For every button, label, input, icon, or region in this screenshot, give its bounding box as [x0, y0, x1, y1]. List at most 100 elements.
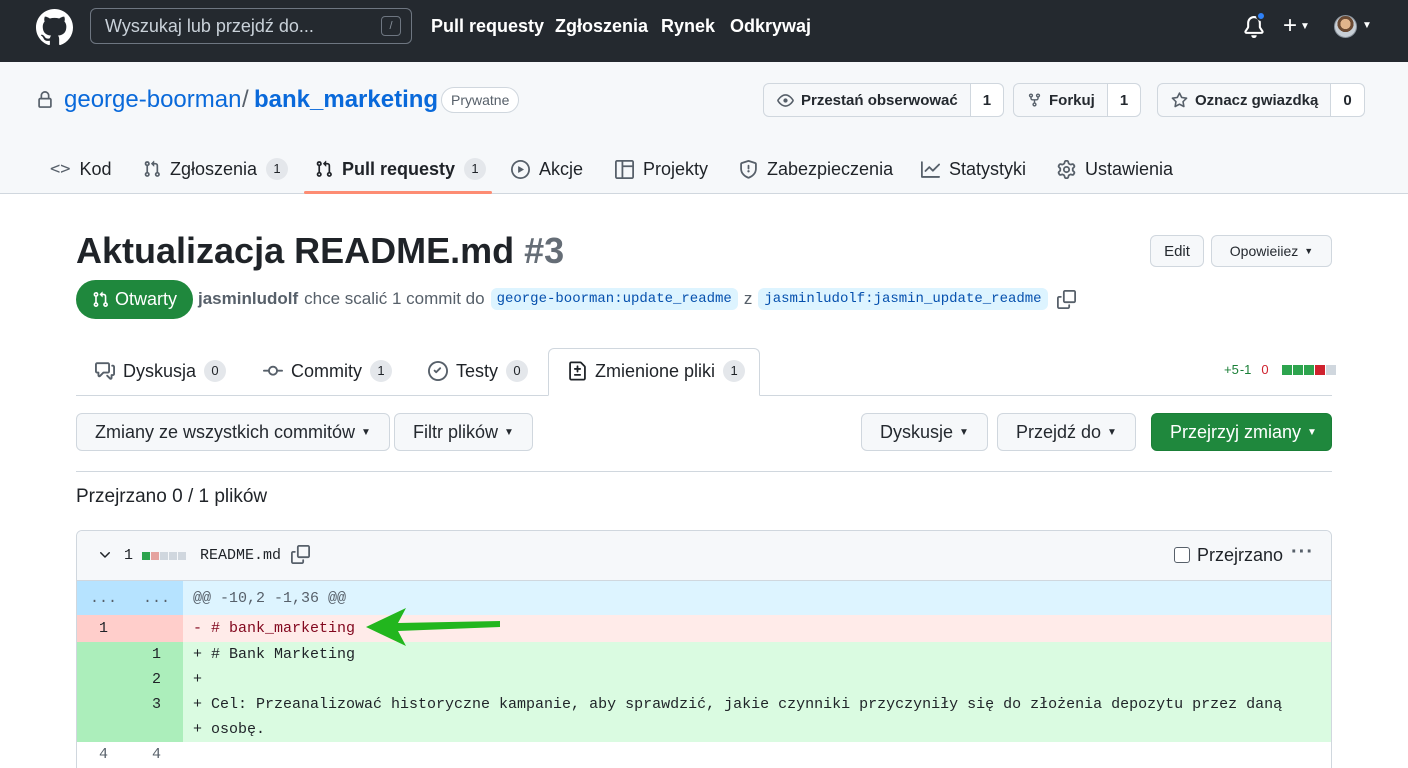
more-options-icon[interactable]: ··· — [1291, 541, 1314, 564]
commits-filter-label: Zmiany ze wszystkich commitów — [95, 421, 356, 442]
eye-icon — [777, 93, 794, 107]
chevron-down-icon[interactable]: ▼ — [1362, 20, 1372, 31]
pull-request-icon — [93, 291, 108, 307]
commits-filter-button[interactable]: Zmiany ze wszystkich commitów ▼ — [76, 413, 390, 451]
new-line-number[interactable]: 3 — [130, 692, 183, 717]
tab-code[interactable]: <> Kod — [50, 154, 112, 184]
author-link[interactable]: jasminludolf — [198, 289, 298, 309]
discussions-button[interactable]: Dyskusje ▼ — [861, 413, 988, 451]
tab-insights[interactable]: Statystyki — [921, 154, 1026, 184]
global-header: Wyszukaj lub przejdź do... / Pull reques… — [0, 0, 1408, 62]
chevron-down-icon: ▼ — [1304, 246, 1314, 256]
file-filter-label: Filtr plików — [413, 421, 499, 442]
file-diff-icon — [569, 361, 586, 381]
watch-button[interactable]: Przestań obserwować 1 — [763, 83, 1005, 117]
tab-pull-requests-label: Pull requesty — [342, 158, 456, 179]
repo-name-link[interactable]: bank_marketing — [254, 86, 438, 114]
code-dropdown-button[interactable]: Opowieiiez ▼ — [1211, 235, 1332, 267]
tab-checks[interactable]: Testy 0 — [428, 360, 529, 382]
new-line-number[interactable]: 2 — [130, 667, 183, 692]
review-changes-label: Przejrzyj zmiany — [1170, 421, 1302, 442]
expand-down-icon[interactable]: ... — [130, 581, 183, 615]
file-header: 1 README.md Przejrzano ··· — [77, 531, 1331, 581]
hunk-header-text: @@ -10,2 -1,36 @@ — [193, 589, 347, 607]
viewed-checkbox[interactable] — [1174, 547, 1190, 563]
tab-checks-count: 0 — [506, 360, 529, 382]
new-line-number[interactable]: 4 — [130, 742, 183, 767]
file-filter-button[interactable]: Filtr plików ▼ — [394, 413, 533, 451]
nav-marketplace[interactable]: Rynek — [661, 16, 715, 37]
copy-icon[interactable] — [291, 545, 310, 564]
new-line-number[interactable]: 1 — [130, 642, 183, 667]
old-line-number[interactable] — [77, 667, 130, 692]
chevron-down-icon[interactable] — [97, 547, 113, 563]
diffstat-additions: +5 — [1224, 362, 1239, 377]
repo-owner-link[interactable]: george-boorman — [64, 86, 241, 114]
old-line-number[interactable] — [77, 692, 130, 717]
create-new-button[interactable]: + ▼ — [1283, 12, 1310, 41]
chevron-down-icon: ▼ — [1107, 426, 1117, 438]
tab-pull-requests[interactable]: Pull requesty 1 — [315, 154, 487, 184]
code-icon: <> — [50, 159, 71, 179]
tab-pull-requests-count: 1 — [464, 158, 487, 180]
tab-projects-label: Projekty — [643, 158, 709, 179]
head-branch[interactable]: jasminludolf:jasmin_update_readme — [758, 288, 1048, 310]
chevron-down-icon: ▼ — [504, 426, 514, 438]
file-name-link[interactable]: README.md — [200, 547, 281, 564]
tab-commits-count: 1 — [370, 360, 392, 382]
tab-conversation[interactable]: Dyskusja 0 — [95, 360, 227, 382]
tab-commits[interactable]: Commity 1 — [263, 360, 392, 382]
edit-button[interactable]: Edit — [1150, 235, 1204, 267]
toolbar-divider — [76, 471, 1332, 472]
repo-tabs: <> Kod Zgłoszenia 1 Pull requesty 1 Akcj… — [0, 146, 1408, 194]
nav-explore[interactable]: Odkrywaj — [730, 16, 811, 37]
tab-files-changed-count: 1 — [723, 360, 746, 382]
notification-dot — [1256, 11, 1266, 21]
git-commit-icon — [263, 365, 283, 376]
expand-up-icon[interactable]: ... — [77, 581, 130, 615]
pull-request-icon — [144, 160, 160, 177]
github-logo-icon[interactable] — [36, 9, 73, 46]
file-diff: 1 README.md Przejrzano ··· ... ... @@ -1… — [76, 530, 1332, 768]
jump-to-label: Przejdź do — [1016, 421, 1102, 442]
tab-insights-label: Statystyki — [949, 158, 1027, 179]
diffstat-bar — [1281, 364, 1336, 375]
tab-actions[interactable]: Akcje — [511, 154, 583, 184]
new-line-number[interactable] — [130, 615, 183, 642]
review-changes-button[interactable]: Przejrzyj zmiany ▼ — [1151, 413, 1332, 451]
chevron-down-icon: ▼ — [1300, 20, 1310, 32]
pr-number: #3 — [524, 230, 565, 271]
star-button[interactable]: Oznacz gwiazdką 0 — [1157, 83, 1365, 117]
search-input[interactable]: Wyszukaj lub przejdź do... / — [90, 8, 412, 44]
nav-issues[interactable]: Zgłoszenia — [555, 16, 648, 37]
tab-files-changed[interactable]: Zmienione pliki 1 — [568, 360, 746, 382]
avatar[interactable] — [1334, 15, 1357, 38]
diffstat: +5 -1 0 — [1224, 362, 1336, 377]
jump-to-button[interactable]: Przejdź do ▼ — [997, 413, 1136, 451]
diff-table: ... ... @@ -10,2 -1,36 @@ 1 - # bank_mar… — [77, 581, 1331, 767]
tab-issues[interactable]: Zgłoszenia 1 — [143, 154, 289, 184]
new-line-number — [130, 717, 183, 742]
repo-path-separator: / — [242, 86, 249, 113]
tab-checks-label: Testy — [456, 360, 499, 381]
old-line-number[interactable]: 1 — [77, 615, 130, 642]
tab-projects[interactable]: Projekty — [615, 154, 708, 184]
copy-icon[interactable] — [1056, 289, 1076, 309]
base-branch[interactable]: george-boorman:update_readme — [490, 288, 738, 310]
old-line-number[interactable]: 4 — [77, 742, 130, 767]
tab-security[interactable]: Zabezpieczenia — [739, 154, 893, 184]
old-line-number[interactable] — [77, 642, 130, 667]
reviewed-summary: Przejrzano 0 / 1 plików — [76, 486, 268, 507]
fork-icon — [1028, 93, 1041, 107]
diff-line-added-wrap: + osobę. — [77, 717, 1331, 742]
viewed-label[interactable]: Przejrzano — [1197, 545, 1283, 566]
discussions-label: Dyskusje — [880, 421, 954, 442]
nav-pull-requests[interactable]: Pull requesty — [431, 16, 544, 37]
tab-files-changed-label: Zmienione pliki — [595, 360, 716, 381]
fork-button[interactable]: Forkuj 1 — [1013, 83, 1142, 117]
pr-meta: jasminludolf chce scalić 1 commit do geo… — [198, 288, 1076, 310]
tab-settings[interactable]: Ustawienia — [1057, 154, 1173, 184]
star-label: Oznacz gwiazdką — [1195, 91, 1319, 109]
status-label: Otwarty — [115, 289, 178, 309]
graph-icon — [921, 160, 940, 178]
